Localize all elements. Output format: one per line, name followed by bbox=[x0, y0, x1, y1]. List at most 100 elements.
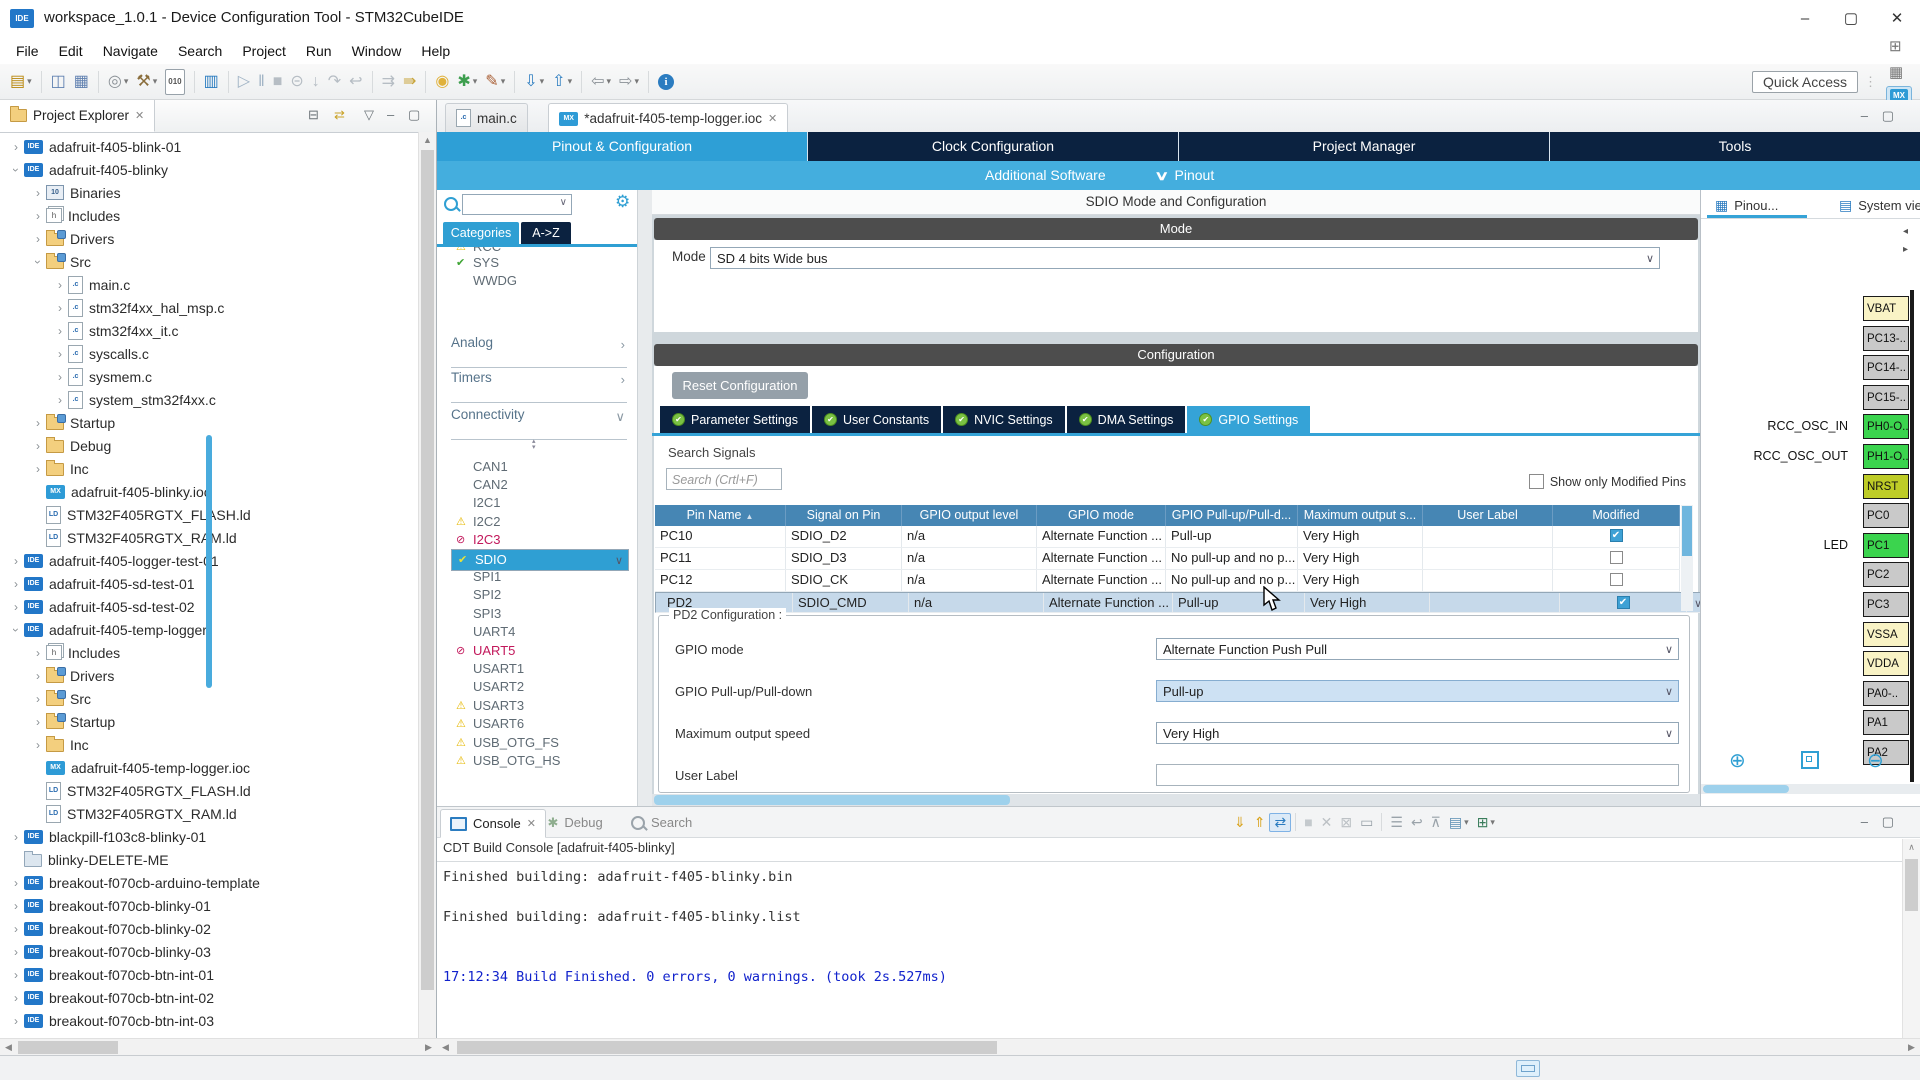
open-perspective-icon[interactable]: ⊞ bbox=[1886, 34, 1912, 60]
tree-item[interactable]: ›.csystem_stm32f4xx.c bbox=[0, 388, 419, 411]
forward-icon[interactable]: ⇨▾ bbox=[616, 70, 642, 94]
scroll-left-icon[interactable]: ◀ bbox=[437, 1039, 454, 1056]
remove-all-launches-icon[interactable]: ⊠ bbox=[1336, 814, 1356, 831]
skip-breakpoints-icon[interactable]: ⇛ bbox=[400, 70, 419, 94]
pin-pc2[interactable]: PC2 bbox=[1863, 562, 1909, 587]
scroll-up-icon[interactable]: ▲ bbox=[419, 132, 436, 149]
explorer-horizontal-scrollbar[interactable]: ◀ ▶ bbox=[0, 1038, 437, 1056]
expand-arrow-icon[interactable]: › bbox=[8, 876, 24, 890]
tab-tools[interactable]: Tools bbox=[1550, 132, 1920, 161]
expand-arrow-icon[interactable]: › bbox=[30, 209, 46, 223]
terminate-icon[interactable]: ■ bbox=[1300, 814, 1316, 830]
scroll-thumb[interactable] bbox=[18, 1041, 118, 1054]
profile-icon[interactable]: ◉ bbox=[432, 70, 452, 94]
pause-icon[interactable]: ‖ bbox=[255, 70, 268, 94]
maximize-button[interactable]: ▢ bbox=[1828, 0, 1874, 38]
pin-vssa[interactable]: VSSA bbox=[1863, 622, 1909, 647]
debug-icon[interactable]: ✱▾ bbox=[454, 70, 480, 94]
resume-icon[interactable]: ⇉ bbox=[379, 70, 398, 94]
peripheral-item-usart3[interactable]: ⚠USART3 bbox=[456, 696, 629, 714]
expand-arrow-icon[interactable]: › bbox=[8, 830, 24, 844]
close-view-icon[interactable]: ✕ bbox=[135, 109, 144, 122]
stop-icon[interactable]: ■ bbox=[270, 70, 286, 94]
tree-item[interactable]: ›.cstm32f4xx_it.c bbox=[0, 319, 419, 342]
config-tab-nvic-settings[interactable]: ✔NVIC Settings bbox=[943, 406, 1065, 433]
peripheral-item-usart2[interactable]: USART2 bbox=[456, 678, 629, 696]
tree-item[interactable]: ›IDEbreakout-f070cb-btn-int-03 bbox=[0, 1009, 419, 1032]
config-horizontal-scrollbar[interactable] bbox=[652, 794, 1700, 806]
build-icon[interactable]: ⚒▾ bbox=[133, 70, 160, 94]
device-configuration-icon[interactable]: ▥ bbox=[201, 70, 222, 94]
run-external-icon[interactable]: ✎▾ bbox=[482, 70, 508, 94]
expand-arrow-icon[interactable]: › bbox=[8, 554, 24, 568]
menu-run[interactable]: Run bbox=[296, 39, 342, 63]
minimize-console-icon[interactable]: – bbox=[1861, 814, 1868, 829]
peripheral-search-input[interactable] bbox=[462, 194, 572, 215]
peripheral-item-uart4[interactable]: UART4 bbox=[456, 623, 629, 641]
scope-icon[interactable]: ◎▾ bbox=[105, 70, 132, 94]
back-icon[interactable]: ⇦▾ bbox=[588, 70, 614, 94]
expand-arrow-icon[interactable]: › bbox=[8, 991, 24, 1005]
pin-vbat[interactable]: VBAT bbox=[1863, 296, 1909, 321]
tree-item[interactable]: ›.csyscalls.c bbox=[0, 342, 419, 365]
scroll-thumb[interactable] bbox=[1682, 506, 1692, 556]
pin-vdda[interactable]: VDDA bbox=[1863, 651, 1909, 676]
config-tab-dma-settings[interactable]: ✔DMA Settings bbox=[1067, 406, 1186, 433]
close-tab-icon[interactable]: ✕ bbox=[768, 112, 777, 125]
show-modified-pins-checkbox[interactable]: Show only Modified Pins bbox=[1529, 474, 1686, 489]
peripheral-item-spi1[interactable]: SPI1 bbox=[456, 567, 629, 585]
peripheral-item-usart1[interactable]: USART1 bbox=[456, 659, 629, 677]
tree-item[interactable]: LDSTM32F405RGTX_FLASH.ld bbox=[0, 779, 419, 802]
console-tab-debug[interactable]: ✱Debug bbox=[539, 809, 612, 836]
tree-item[interactable]: ›Startup bbox=[0, 710, 419, 733]
scroll-thumb[interactable] bbox=[457, 1041, 997, 1054]
expand-arrow-icon[interactable]: › bbox=[30, 738, 46, 752]
new-wizard-icon[interactable]: ▤▾ bbox=[7, 70, 35, 94]
scroll-up-icon[interactable]: ∧ bbox=[1903, 839, 1920, 856]
tree-item[interactable]: blinky-DELETE-ME bbox=[0, 848, 419, 871]
collapse-right-icon[interactable]: ▸ bbox=[1903, 244, 1908, 255]
pin-pc0[interactable]: PC0 bbox=[1863, 503, 1909, 528]
zoom-in-icon[interactable]: ⊕ bbox=[1729, 748, 1746, 773]
peripheral-item-can1[interactable]: CAN1 bbox=[456, 457, 629, 475]
tree-item[interactable]: ›IDEbreakout-f070cb-blinky-02 bbox=[0, 917, 419, 940]
additional-software-menu[interactable]: Additional Software bbox=[985, 161, 1106, 190]
step-over-icon[interactable]: ↷ bbox=[325, 70, 344, 94]
maximum-output-speed-select[interactable]: Very High bbox=[1156, 722, 1679, 744]
dropdown-caret-icon[interactable]: ▾ bbox=[153, 76, 158, 87]
peripheral-item-can2[interactable]: CAN2 bbox=[456, 475, 629, 493]
maximize-view-icon[interactable]: ▢ bbox=[408, 107, 420, 123]
scroll-right-icon[interactable]: ▶ bbox=[420, 1039, 437, 1056]
user-label-input[interactable] bbox=[1156, 764, 1679, 786]
tree-item[interactable]: ›IDEadafruit-f405-blinky bbox=[0, 158, 419, 181]
expand-arrow-icon[interactable]: › bbox=[52, 278, 68, 292]
column-header-gpio-output-level[interactable]: GPIO output level bbox=[902, 505, 1037, 526]
config-tab-user-constants[interactable]: ✔User Constants bbox=[812, 406, 941, 433]
pinout-horizontal-scrollbar[interactable] bbox=[1701, 784, 1920, 794]
tree-item[interactable]: ›10Binaries bbox=[0, 181, 419, 204]
pin-pc1[interactable]: PC1 bbox=[1863, 533, 1909, 558]
console-horizontal-scrollbar[interactable]: ◀ ▶ bbox=[437, 1038, 1920, 1056]
expand-arrow-icon[interactable]: › bbox=[8, 968, 24, 982]
dropdown-caret-icon[interactable]: ▾ bbox=[473, 76, 478, 87]
tree-item[interactable]: ›Inc bbox=[0, 733, 419, 756]
pinout-tab-system-view[interactable]: ▤System view bbox=[1839, 194, 1920, 216]
column-header-signal-on-pin[interactable]: Signal on Pin bbox=[786, 505, 902, 526]
dropdown-caret-icon[interactable]: ▾ bbox=[634, 76, 639, 87]
menu-project[interactable]: Project bbox=[232, 39, 296, 63]
scroll-thumb[interactable] bbox=[421, 150, 434, 990]
word-wrap-icon[interactable]: ↩ bbox=[1407, 814, 1427, 831]
minimize-view-icon[interactable]: – bbox=[387, 107, 394, 122]
table-row-pc12[interactable]: PC12SDIO_CKn/aAlternate Function ...No p… bbox=[655, 570, 1680, 592]
clear-console-icon[interactable]: ▭ bbox=[1356, 814, 1377, 831]
expand-arrow-icon[interactable]: › bbox=[30, 232, 46, 246]
step-into-icon[interactable]: ↓ bbox=[309, 70, 323, 94]
pin-pa1[interactable]: PA1 bbox=[1863, 710, 1909, 735]
column-header-user-label[interactable]: User Label bbox=[1423, 505, 1553, 526]
pinout-menu[interactable]: ∨ Pinout bbox=[1157, 161, 1214, 190]
console-vertical-scrollbar[interactable]: ∧ bbox=[1902, 839, 1920, 1039]
expand-arrow-icon[interactable]: › bbox=[52, 301, 68, 315]
disconnect-icon[interactable]: ⊝ bbox=[287, 70, 306, 94]
next-match-icon[interactable]: ⇓ bbox=[1230, 814, 1250, 831]
peripheral-item-usart6[interactable]: ⚠USART6 bbox=[456, 715, 629, 733]
